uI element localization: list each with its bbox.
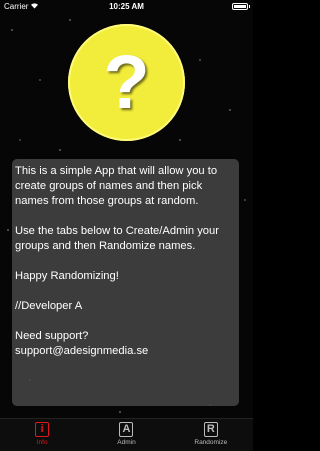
info-greeting-text: Happy Randomizing! <box>15 270 119 282</box>
tab-info[interactable]: i Info <box>0 419 84 451</box>
question-mark-logo: ? <box>68 24 185 141</box>
tab-randomize-label: Randomize <box>194 439 228 446</box>
battery-icon <box>232 3 250 10</box>
tab-randomize[interactable]: R Randomize <box>169 419 253 451</box>
randomize-icon: R <box>203 422 218 437</box>
status-bar: Carrier 10:25 AM <box>0 0 253 14</box>
info-instructions-text: Use the tabs below to Create/Admin your … <box>15 225 219 252</box>
status-time: 10:25 AM <box>109 2 144 11</box>
info-support-text: Need support? support@adesignmedia.se <box>15 330 149 357</box>
info-icon: i <box>35 422 50 437</box>
tab-admin[interactable]: A Admin <box>84 419 168 451</box>
info-intro-text: This is a simple App that will allow you… <box>15 165 218 207</box>
tab-admin-label: Admin <box>117 439 136 446</box>
tab-info-label: Info <box>36 439 48 446</box>
question-mark-glyph: ? <box>103 39 150 125</box>
admin-icon: A <box>119 422 134 437</box>
info-signature-text: //Developer A <box>15 300 83 312</box>
info-card: This is a simple App that will allow you… <box>12 159 239 406</box>
tab-bar: i Info A Admin R Randomize <box>0 418 253 451</box>
